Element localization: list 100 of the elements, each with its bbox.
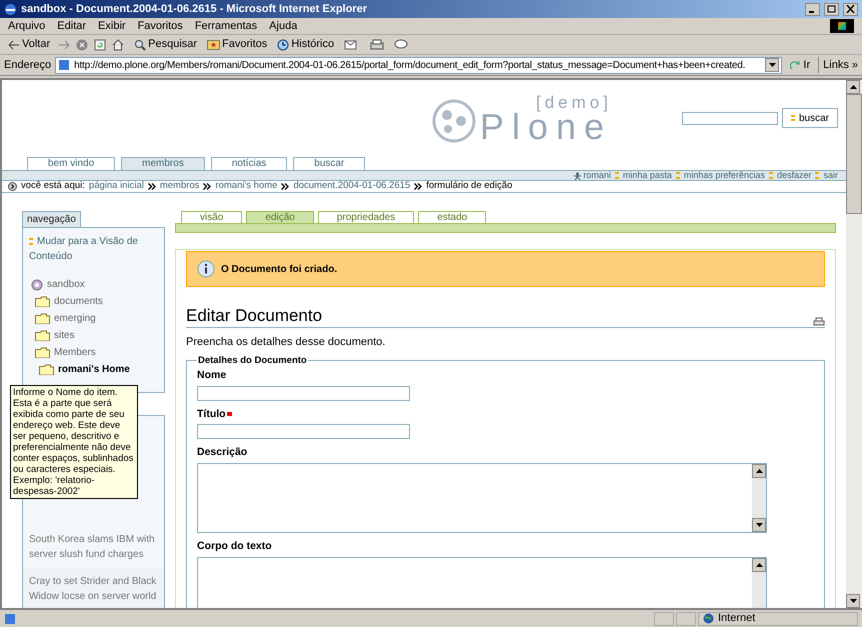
- menu-item[interactable]: Favoritos: [138, 18, 183, 34]
- field-label: Corpo do texto: [197, 539, 272, 554]
- down-arrow-icon: [756, 523, 762, 527]
- site-tab[interactable]: membros: [121, 157, 205, 170]
- close-button[interactable]: [843, 2, 858, 16]
- arrow-icon: [790, 60, 802, 70]
- content-tab[interactable]: estado: [418, 211, 486, 223]
- page-description: Preencha os detalhes desse documento.: [186, 335, 386, 350]
- scrollbar[interactable]: [846, 80, 862, 608]
- text-field[interactable]: [197, 386, 410, 400]
- chat-icon[interactable]: [394, 38, 408, 50]
- dropdown-button[interactable]: [765, 58, 780, 72]
- search-button[interactable]: Pesquisar: [134, 36, 198, 53]
- links-button[interactable]: Links »: [818, 56, 858, 74]
- folder-icon: [35, 313, 50, 324]
- page-heading: Editar Documento: [186, 305, 322, 327]
- maximize-button[interactable]: [824, 2, 839, 16]
- double-chevron-icon: [148, 183, 156, 190]
- status-panel: [676, 612, 696, 626]
- field-label: Nome: [197, 368, 226, 383]
- fieldset-legend: Detalhes do Documento: [197, 354, 308, 368]
- plone-logo-icon: [432, 98, 476, 142]
- content-tab[interactable]: propriedades: [318, 211, 414, 223]
- back-arrow-icon: [8, 40, 20, 50]
- refresh-icon[interactable]: [94, 38, 106, 50]
- folder-icon: [39, 364, 54, 375]
- minimize-button[interactable]: [805, 2, 820, 16]
- breadcrumb-link[interactable]: página inicial: [88, 179, 144, 194]
- menu-item[interactable]: Editar: [57, 18, 86, 34]
- home-icon[interactable]: [112, 38, 124, 50]
- printer-icon[interactable]: [370, 38, 384, 50]
- bullet-icon: [676, 172, 680, 179]
- scroll-thumb[interactable]: [846, 94, 862, 214]
- plone-logo: [demo] Plone: [432, 94, 612, 142]
- tree-item[interactable]: sandbox: [31, 276, 158, 293]
- menu-item[interactable]: Ajuda: [269, 18, 298, 34]
- user-link[interactable]: minhas preferências: [684, 168, 765, 182]
- text-field[interactable]: [197, 424, 410, 440]
- scroll-up-button[interactable]: [846, 80, 860, 94]
- portlet-title: navegação: [22, 211, 81, 227]
- globe-icon: [703, 613, 714, 624]
- address-field[interactable]: http://demo.plone.org/Members/romani/Document.2004-01-06.2615/portal_form/document_edit_form?portal_status_message=Document+has+been+created.: [55, 56, 782, 74]
- info-icon: [197, 260, 215, 278]
- breadcrumb-link[interactable]: romani's home: [215, 179, 278, 194]
- address-label: Endereço: [4, 58, 52, 73]
- back-button[interactable]: Voltar: [8, 36, 124, 53]
- double-chevron-icon: [414, 183, 422, 190]
- site-tab[interactable]: buscar: [293, 157, 366, 170]
- folder-icon: [35, 296, 50, 307]
- breadcrumb-current: formulário de edição: [426, 179, 512, 194]
- up-arrow-icon: [850, 85, 856, 89]
- history-button[interactable]: Histórico: [277, 36, 334, 53]
- up-arrow-icon: [756, 562, 762, 567]
- switch-view-link[interactable]: Mudar para a Visão de Conteúdo: [29, 234, 158, 264]
- bullet-icon: [790, 115, 795, 121]
- menu-item[interactable]: Exibir: [98, 18, 126, 34]
- tree-item[interactable]: romani's Home: [39, 361, 158, 378]
- search-button[interactable]: buscar: [782, 108, 838, 128]
- breadcrumb-label: você está aqui:: [21, 179, 85, 194]
- scroll-up-button[interactable]: [752, 558, 766, 572]
- site-tab[interactable]: bem vindo: [27, 157, 116, 170]
- printer-icon[interactable]: [813, 317, 825, 327]
- breadcrumb-link[interactable]: membros: [160, 179, 200, 194]
- user-link[interactable]: sair: [823, 168, 838, 182]
- tree-item[interactable]: Members: [35, 344, 158, 361]
- stop-icon[interactable]: [76, 38, 88, 50]
- favorites-button[interactable]: Favoritos: [207, 36, 268, 53]
- user-link[interactable]: romani: [574, 168, 611, 182]
- tree-item[interactable]: emerging: [35, 310, 158, 327]
- bullet-icon: [768, 172, 773, 179]
- content-tab[interactable]: visão: [181, 211, 242, 223]
- scroll-down-button[interactable]: [846, 594, 860, 608]
- scroll-up-button[interactable]: [752, 464, 766, 478]
- folder-icon: [35, 347, 50, 358]
- windows-logo-icon: [830, 19, 854, 33]
- site-tab[interactable]: notícias: [210, 157, 288, 170]
- tree-item[interactable]: documents: [35, 293, 158, 310]
- go-button[interactable]: Ir: [786, 56, 814, 74]
- double-chevron-icon: [281, 183, 290, 190]
- page-icon: [4, 612, 16, 624]
- user-link[interactable]: minha pasta: [622, 168, 672, 182]
- search-field[interactable]: [682, 112, 778, 124]
- tooltip: Informe o Nome do item. Esta é a parte que será exibida como parte de seu endereço web. Este deve ser pequeno, descritivo e preferencialmente não deve conter espaços, sublinhados ou caracteres especiais. Exemplo: 'relatorio-despesas-2002': [10, 385, 138, 499]
- scroll-down-button[interactable]: [752, 518, 766, 532]
- browser-icon: [4, 2, 17, 16]
- menu-item[interactable]: Arquivo: [8, 18, 46, 34]
- person-icon: [574, 172, 582, 180]
- content-tab[interactable]: edição: [246, 211, 314, 223]
- search-icon: [134, 38, 146, 50]
- zone-panel: Internet: [698, 612, 858, 626]
- field-label: Título: [197, 406, 226, 422]
- breadcrumb-link[interactable]: document.2004-01-06.2615: [293, 179, 410, 194]
- field-label: Descrição: [197, 445, 248, 460]
- user-link[interactable]: desfazer: [776, 168, 812, 182]
- tree-item[interactable]: sites: [35, 327, 158, 344]
- bullet-icon: [815, 172, 820, 179]
- news-item[interactable]: South Korea slams IBM with server slush fund charges: [23, 526, 164, 568]
- maximize-icon: [827, 5, 836, 13]
- menu-item[interactable]: Ferramentas: [194, 18, 258, 34]
- news-item[interactable]: Cray to set Strider and Black Widow locse on server world: [23, 568, 164, 608]
